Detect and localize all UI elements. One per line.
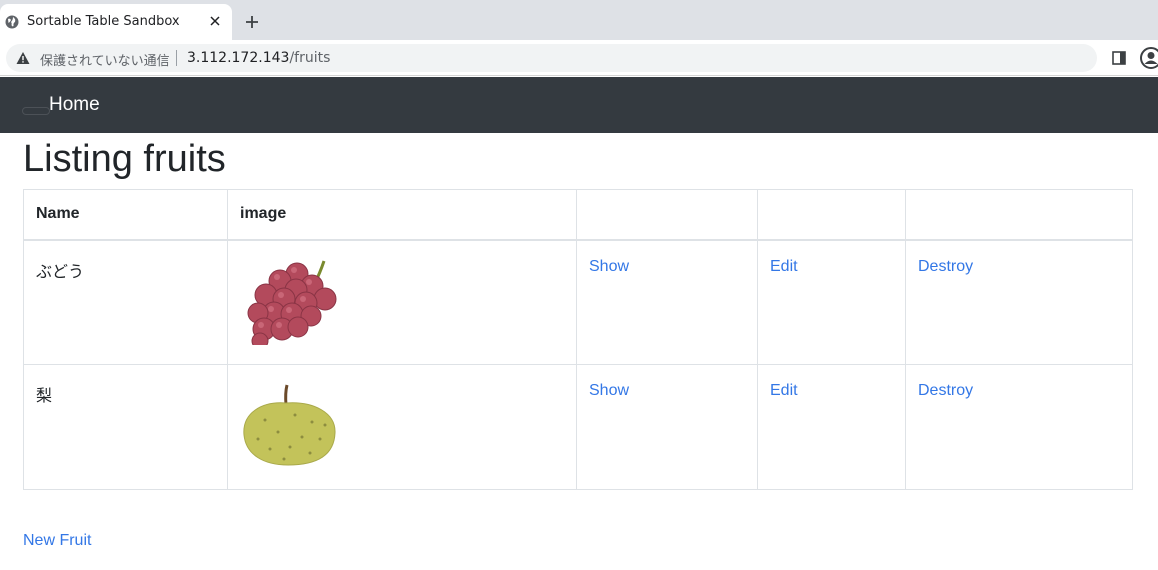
- navbar: Home: [0, 77, 1158, 133]
- security-status-text[interactable]: 保護されていない通信: [40, 50, 170, 69]
- edit-link[interactable]: Edit: [770, 258, 798, 275]
- destroy-cell: Destroy: [905, 239, 1133, 365]
- side-panel-icon[interactable]: [1112, 51, 1126, 65]
- new-tab-plus-icon[interactable]: [244, 14, 260, 30]
- url-host: 3.112.172.143: [187, 50, 290, 66]
- header-image: image: [227, 189, 577, 241]
- show-cell: Show: [576, 239, 758, 365]
- show-link[interactable]: Show: [589, 382, 629, 399]
- table-header-row: Name image: [23, 189, 1133, 241]
- table-row: ぶどう Show Edit Destroy: [23, 239, 1133, 365]
- header-edit: [757, 189, 906, 241]
- fruit-name-cell: ぶどう: [23, 239, 228, 365]
- tab-title: Sortable Table Sandbox: [27, 14, 180, 29]
- edit-link[interactable]: Edit: [770, 382, 798, 399]
- warning-icon[interactable]: [16, 51, 30, 65]
- edit-cell: Edit: [757, 364, 906, 490]
- address-bar[interactable]: 保護されていない通信 3.112.172.143/fruits: [6, 44, 1097, 72]
- omnibox-divider: [176, 50, 177, 66]
- globe-icon: [5, 15, 19, 29]
- profile-avatar-icon[interactable]: [1140, 47, 1158, 69]
- header-name: Name: [23, 189, 228, 241]
- fruits-table: Name image ぶどう Show Edit Destroy 梨 Show …: [23, 189, 1133, 490]
- fruit-image-cell: [227, 364, 577, 490]
- edit-cell: Edit: [757, 239, 906, 365]
- destroy-link[interactable]: Destroy: [918, 382, 973, 399]
- show-cell: Show: [576, 364, 758, 490]
- close-icon[interactable]: [208, 14, 222, 28]
- header-destroy: [905, 189, 1133, 241]
- fruit-name-cell: 梨: [23, 364, 228, 490]
- show-link[interactable]: Show: [589, 258, 629, 275]
- table-row: 梨 Show Edit Destroy: [23, 364, 1133, 490]
- fruit-image-cell: [227, 239, 577, 365]
- pear-image: [243, 384, 336, 466]
- url-text[interactable]: 3.112.172.143/fruits: [187, 50, 330, 66]
- page-title: Listing fruits: [23, 138, 226, 180]
- navbar-home-link[interactable]: Home: [49, 94, 100, 116]
- table-body: ぶどう Show Edit Destroy 梨 Show Edit Destro…: [23, 239, 1133, 490]
- browser-toolbar: 保護されていない通信 3.112.172.143/fruits: [0, 40, 1158, 76]
- header-show: [576, 189, 758, 241]
- destroy-cell: Destroy: [905, 364, 1133, 490]
- browser-tabstrip: Sortable Table Sandbox: [0, 0, 1158, 40]
- table-head: Name image: [23, 189, 1133, 241]
- url-path: /fruits: [289, 50, 331, 66]
- new-fruit-link[interactable]: New Fruit: [23, 532, 91, 550]
- destroy-link[interactable]: Destroy: [918, 258, 973, 275]
- navbar-toggler-button[interactable]: [22, 107, 50, 115]
- grapes-image: [247, 260, 337, 345]
- browser-tab[interactable]: Sortable Table Sandbox: [0, 4, 232, 40]
